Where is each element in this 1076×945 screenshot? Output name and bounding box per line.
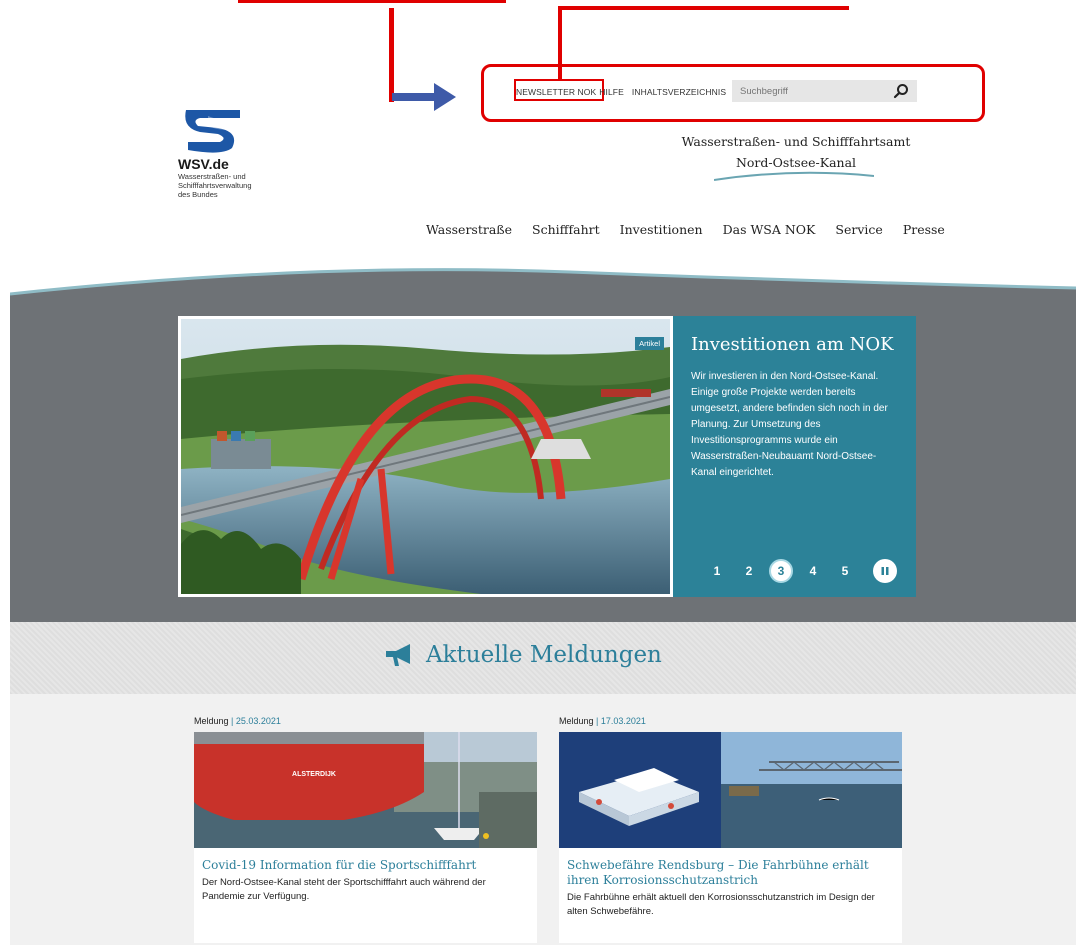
annotation-line-top-right	[559, 6, 849, 10]
hero-image[interactable]: Artikel	[178, 316, 673, 597]
hero-title[interactable]: Investitionen am NOK	[691, 334, 898, 355]
card-meta: Meldung | 25.03.2021	[194, 716, 537, 726]
hero-wave-decoration	[10, 262, 1076, 296]
main-nav: Wasserstraße Schifffahrt Investitionen D…	[426, 222, 965, 237]
pause-icon	[881, 567, 889, 575]
card-text: Schwebefähre Rendsburg – Die Fahrbühne e…	[559, 848, 902, 943]
ferry-illustration	[559, 732, 902, 848]
hero-text: Wir investieren in den Nord-Ostsee-Kanal…	[691, 371, 888, 478]
logo-subtitle-line: des Bundes	[178, 190, 218, 199]
megaphone-icon	[386, 644, 410, 666]
ship-illustration: ALSTERDIJK	[194, 732, 537, 848]
card-date: 17.03.2021	[600, 716, 646, 726]
nav-item-wasserstrasse[interactable]: Wasserstraße	[426, 222, 512, 237]
pause-button[interactable]	[873, 559, 897, 583]
news-heading-text: Aktuelle Meldungen	[426, 642, 662, 668]
nav-item-presse[interactable]: Presse	[903, 222, 945, 237]
news-body	[10, 694, 1076, 945]
card-type: Meldung	[559, 716, 594, 726]
wsv-logo[interactable]: WSV.de Wasserstraßen- und Schifffahrtsve…	[178, 108, 288, 199]
hero-panel: Investitionen am NOK Wir investieren in …	[673, 316, 916, 597]
annotation-arrow-icon	[434, 83, 456, 111]
card-desc: Die Fahrbühne erhält aktuell den Korrosi…	[567, 892, 875, 917]
slider-pager: 1 2 3 4 5	[701, 559, 897, 583]
pager-item-1[interactable]: 1	[701, 564, 733, 578]
logo-subtitle-line: Schifffahrtsverwaltung	[178, 181, 252, 190]
search-icon[interactable]	[893, 83, 909, 99]
news-card[interactable]: Meldung | 25.03.2021 ALSTERDIJK Covid-19…	[194, 716, 537, 943]
page: NEWSLETTER NOK HILFE INHALTSVERZEICHNIS …	[0, 0, 1076, 945]
nav-item-schifffahrt[interactable]: Schifffahrt	[532, 222, 600, 237]
utility-link-hilfe[interactable]: HILFE	[599, 87, 624, 97]
search-box	[732, 80, 917, 102]
agency-name-line2: Nord-Ostsee-Kanal	[735, 155, 857, 170]
pager-item-3-active[interactable]: 3	[769, 559, 793, 583]
card-image[interactable]: ALSTERDIJK	[194, 732, 537, 848]
news-heading: Aktuelle Meldungen	[384, 642, 662, 668]
card-meta: Meldung | 17.03.2021	[559, 716, 902, 726]
news-card[interactable]: Meldung | 17.03.2021 Schwebefähre Rendsb…	[559, 716, 902, 943]
card-title[interactable]: Covid-19 Information für die Sportschiff…	[202, 858, 529, 873]
nav-item-investitionen[interactable]: Investitionen	[620, 222, 703, 237]
pager-item-2[interactable]: 2	[733, 564, 765, 578]
bridge-illustration	[181, 319, 670, 594]
nav-item-das-wsa-nok[interactable]: Das WSA NOK	[723, 222, 816, 237]
agency-wave-decoration	[714, 171, 874, 181]
ship-name-text: ALSTERDIJK	[292, 771, 336, 778]
utility-link-inhaltsverzeichnis[interactable]: INHALTSVERZEICHNIS	[632, 87, 726, 97]
annotation-line-left-vertical	[389, 8, 394, 102]
card-type: Meldung	[194, 716, 229, 726]
card-title[interactable]: Schwebefähre Rendsburg – Die Fahrbühne e…	[567, 858, 894, 888]
card-desc: Der Nord-Ostsee-Kanal steht der Sportsch…	[202, 877, 486, 902]
agency-name: Wasserstraßen- und Schifffahrtsamt Nord-…	[676, 134, 916, 170]
pager-item-5[interactable]: 5	[829, 564, 861, 578]
card-image[interactable]	[559, 732, 902, 848]
card-date: 25.03.2021	[235, 716, 281, 726]
logo-subtitle: Wasserstraßen- und Schifffahrtsverwaltun…	[178, 172, 288, 199]
card-text: Covid-19 Information für die Sportschiff…	[194, 848, 537, 943]
utility-nav: NEWSLETTER NOK HILFE INHALTSVERZEICHNIS	[516, 80, 734, 104]
search-input[interactable]	[732, 85, 882, 97]
agency-name-line1: Wasserstraßen- und Schifffahrtsamt	[681, 134, 911, 149]
hero-tag-badge: Artikel	[635, 337, 664, 350]
utility-link-newsletter[interactable]: NEWSLETTER NOK	[516, 87, 596, 97]
annotation-arrow-shaft	[392, 93, 436, 101]
logo-title: WSV.de	[178, 156, 229, 172]
wsv-logo-icon	[185, 110, 240, 153]
annotation-line-top-left	[238, 0, 506, 3]
nav-item-service[interactable]: Service	[835, 222, 882, 237]
logo-subtitle-line: Wasserstraßen- und	[178, 172, 246, 181]
pager-item-4[interactable]: 4	[797, 564, 829, 578]
